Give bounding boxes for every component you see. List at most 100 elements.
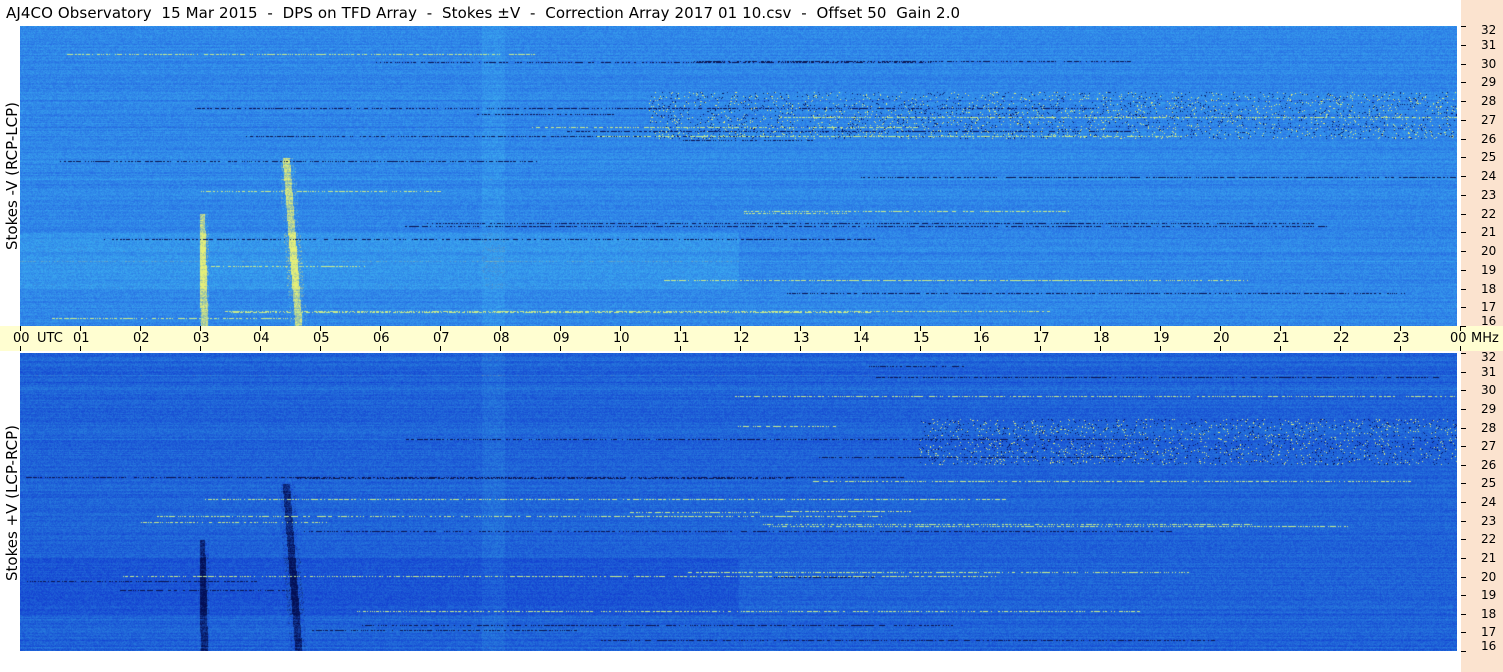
frequency-tick-mark (1461, 446, 1466, 448)
frequency-tick-mark (1461, 213, 1466, 215)
frequency-tick-mark (1461, 44, 1466, 46)
frequency-tick-mark (1461, 502, 1466, 503)
utc-tick-mark (20, 326, 21, 331)
utc-hour-label: 14 (853, 331, 870, 346)
frequency-label: 24 (1481, 495, 1497, 509)
utc-tick-mark (560, 346, 561, 351)
utc-tick-mark (80, 326, 81, 331)
frequency-label: 19 (1481, 588, 1497, 603)
frequency-label: 25 (1481, 150, 1497, 165)
frequency-tick-mark (1461, 371, 1466, 373)
frequency-tick-mark (1461, 326, 1466, 327)
frequency-label: 30 (1481, 383, 1497, 398)
utc-tick-mark (1160, 346, 1161, 351)
utc-tick-mark (740, 326, 741, 331)
frequency-tick-mark (1461, 138, 1466, 140)
utc-tick-mark (1160, 326, 1161, 331)
frequency-tick-mark (1461, 176, 1466, 177)
frequency-tick-mark (1461, 595, 1466, 597)
frequency-label: 20 (1481, 569, 1497, 584)
utc-tick-mark (80, 346, 81, 351)
utc-tick-mark (620, 346, 621, 351)
frequency-tick-mark (1461, 157, 1466, 159)
utc-hour-label: 00 (1450, 331, 1467, 346)
figure-title: AJ4CO Observatory 15 Mar 2015 - DPS on T… (6, 4, 961, 22)
frequency-label: 28 (1481, 94, 1497, 108)
utc-tick-mark (1280, 346, 1281, 351)
utc-tick-mark (380, 326, 381, 331)
frequency-tick-mark (1461, 557, 1466, 559)
frequency-label: 18 (1481, 281, 1497, 296)
frequency-tick-mark (1461, 390, 1466, 392)
frequency-tick-mark (1461, 119, 1466, 121)
frequency-label: 18 (1481, 606, 1497, 621)
frequency-label: 16 (1481, 314, 1497, 328)
utc-tick-mark (200, 326, 201, 331)
utc-hour-label: 16 (973, 331, 990, 346)
utc-tick-mark (440, 326, 441, 331)
frequency-label: 23 (1481, 187, 1497, 202)
utc-tick-mark (800, 346, 801, 351)
frequency-tick-mark (1461, 353, 1466, 354)
frequency-label: 32 (1481, 350, 1497, 364)
frequency-label: 22 (1481, 532, 1497, 547)
frequency-label: 21 (1481, 550, 1497, 565)
utc-tick-mark (1220, 326, 1221, 331)
frequency-tick-mark (1461, 408, 1466, 410)
utc-hour-label: 09 (553, 331, 570, 346)
frequency-tick-mark (1461, 613, 1466, 615)
utc-hour-label: 23 (1393, 331, 1410, 346)
spectrogram-figure: AJ4CO Observatory 15 Mar 2015 - DPS on T… (0, 0, 1503, 672)
utc-tick-mark (980, 326, 981, 331)
utc-hour-label: 05 (313, 331, 330, 346)
frequency-label: 28 (1481, 420, 1497, 435)
frequency-tick-mark (1461, 82, 1466, 84)
frequency-tick-mark (1461, 576, 1466, 578)
frequency-label: 23 (1481, 513, 1497, 528)
utc-tick-mark (500, 326, 501, 331)
utc-tick-mark (380, 346, 381, 351)
frequency-tick-mark (1461, 520, 1466, 522)
frequency-label: 19 (1481, 262, 1497, 277)
utc-tick-mark (680, 326, 681, 331)
frequency-tick-mark (1461, 307, 1466, 309)
frequency-label: 24 (1481, 169, 1497, 183)
utc-tick-mark (1280, 326, 1281, 331)
frequency-tick-mark (1461, 251, 1466, 252)
utc-tick-mark (1100, 326, 1101, 331)
utc-hour-label: 12 (733, 331, 750, 346)
utc-tick-mark (1460, 346, 1461, 351)
utc-hour-label: 08 (493, 331, 510, 346)
bottom-frequency-scale (1461, 351, 1503, 672)
frequency-label: 26 (1481, 457, 1497, 472)
utc-tick-mark (1340, 326, 1341, 331)
utc-tick-mark (140, 326, 141, 331)
utc-tick-mark (1400, 326, 1401, 331)
frequency-tick-mark (1461, 427, 1466, 429)
top-panel-ylabel: Stokes -V (RCP-LCP) (3, 102, 21, 250)
frequency-tick-mark (1461, 26, 1466, 27)
utc-hour-label: 20 (1213, 331, 1230, 346)
frequency-label: 17 (1481, 300, 1497, 315)
utc-hour-label: 13 (793, 331, 810, 346)
utc-hour-label: 01 (73, 331, 90, 346)
frequency-tick-mark (1461, 464, 1466, 466)
frequency-label: 31 (1481, 364, 1497, 379)
frequency-label: 31 (1481, 37, 1497, 52)
utc-tick-mark (1100, 346, 1101, 351)
frequency-label: 16 (1481, 639, 1497, 653)
utc-tick-mark (1460, 326, 1461, 331)
frequency-label: 20 (1481, 244, 1497, 258)
utc-hour-label: 18 (1093, 331, 1110, 346)
frequency-tick-mark (1461, 651, 1466, 652)
utc-tick-mark (1220, 346, 1221, 351)
utc-tick-mark (1400, 346, 1401, 351)
utc-tick-mark (320, 326, 321, 331)
utc-hour-label: 07 (433, 331, 450, 346)
frequency-tick-mark (1461, 632, 1466, 634)
utc-tick-mark (980, 346, 981, 351)
utc-hour-label: 04 (253, 331, 270, 346)
utc-hour-label: 17 (1033, 331, 1050, 346)
utc-hour-label: 15 (913, 331, 930, 346)
stokes-minus-v-spectrogram (20, 26, 1457, 326)
